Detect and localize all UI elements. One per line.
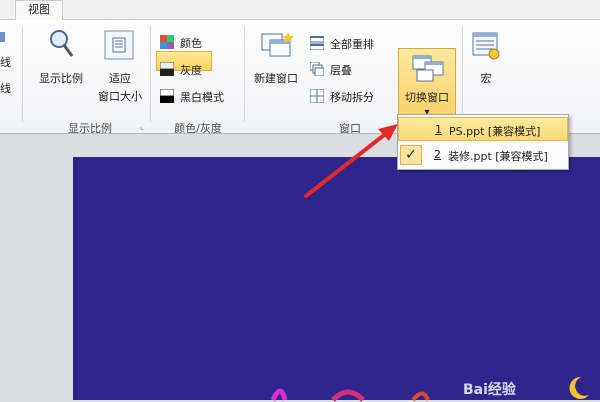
annotation-arrow (304, 124, 398, 198)
